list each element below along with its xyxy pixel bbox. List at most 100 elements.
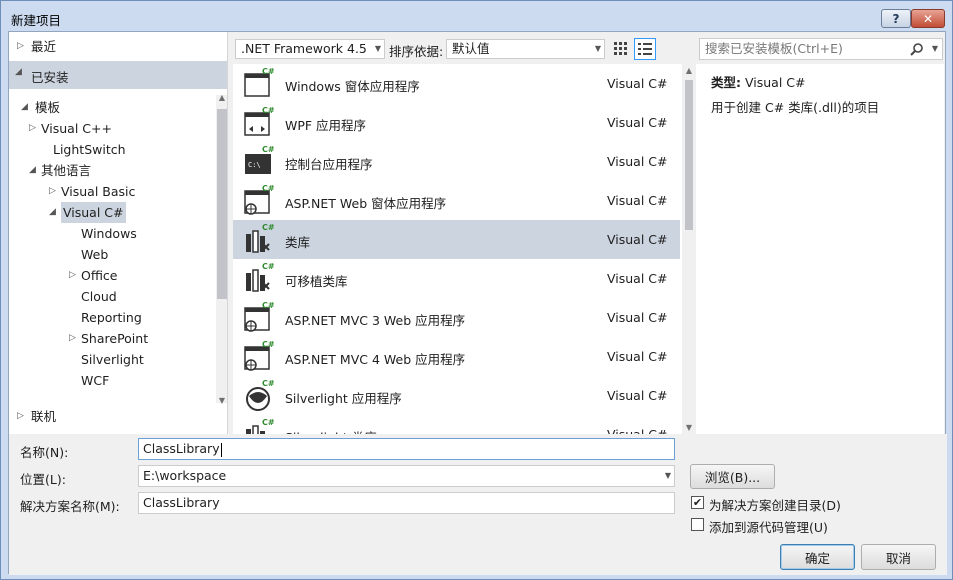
tree-item[interactable]: ◢ 其他语言 xyxy=(9,160,216,181)
expand-icon: ▷ xyxy=(49,186,56,196)
cancel-button[interactable]: 取消 xyxy=(861,544,936,570)
source-control-label: 添加到源代码管理(U) xyxy=(709,520,828,535)
template-tree: ▷ 最近 ◢ 已安装 ◢ 模板 ▷ Visual C++ LightSwitch ◢ 其… xyxy=(9,32,228,434)
template-details: 类型: Visual C# 用于创建 C# 类库(.dll)的项目 xyxy=(699,64,944,434)
tree-item-label: Windows xyxy=(81,226,137,241)
scroll-thumb[interactable] xyxy=(685,80,693,230)
name-input[interactable]: ClassLibrary xyxy=(138,438,675,460)
tree-item[interactable]: Silverlight xyxy=(9,349,216,370)
search-icon xyxy=(910,43,923,56)
mvc4-web-icon: C# xyxy=(243,339,275,373)
tree-item[interactable]: ▷ Office xyxy=(9,265,216,286)
svg-text:C#: C# xyxy=(262,106,275,115)
create-directory-checkbox[interactable]: ✔ xyxy=(691,496,704,509)
location-label: 位置(L): xyxy=(20,472,66,487)
scroll-down-icon[interactable]: ▼ xyxy=(216,396,227,405)
expand-icon: ▷ xyxy=(29,123,36,133)
template-item[interactable]: C:\ C# 控制台应用程序 Visual C# xyxy=(233,142,680,181)
sort-select[interactable]: 默认值 ▼ xyxy=(446,39,605,59)
small-icons-view-button[interactable] xyxy=(610,38,632,60)
tree-item-recent[interactable]: ▷ 最近 xyxy=(9,36,227,57)
svg-text:C#: C# xyxy=(262,223,275,232)
template-item[interactable]: C# Silverlight 类库 Visual C# xyxy=(233,415,680,434)
expand-icon: ▷ xyxy=(69,333,76,343)
help-button[interactable]: ? xyxy=(881,9,911,28)
template-name: Windows 窗体应用程序 xyxy=(285,79,420,94)
tree-scrollbar[interactable]: ▲ ▼ xyxy=(216,93,227,405)
tree-item-label: Silverlight xyxy=(81,352,144,367)
svg-text:C#: C# xyxy=(262,184,275,193)
source-control-checkbox[interactable] xyxy=(691,518,704,531)
template-language: Visual C# xyxy=(607,427,668,434)
tree-item[interactable]: Reporting xyxy=(9,307,216,328)
collapse-icon: ◢ xyxy=(49,207,56,217)
tree-item[interactable]: WCF xyxy=(9,370,216,391)
sort-label: 排序依据: xyxy=(389,44,444,59)
tree-item[interactable]: Cloud xyxy=(9,286,216,307)
browse-button[interactable]: 浏览(B)... xyxy=(690,464,775,489)
template-language: Visual C# xyxy=(607,232,668,247)
silverlight-library-icon: C# xyxy=(243,417,275,434)
windows-forms-icon: C# xyxy=(243,66,275,100)
template-item[interactable]: C# 可移植类库 Visual C# xyxy=(233,259,680,298)
template-name: ASP.NET Web 窗体应用程序 xyxy=(285,196,447,211)
collapse-icon: ◢ xyxy=(15,67,22,77)
expand-icon: ▷ xyxy=(17,41,24,51)
svg-text:C#: C# xyxy=(262,379,275,388)
template-item[interactable]: C# WPF 应用程序 Visual C# xyxy=(233,103,680,142)
web-forms-icon: C# xyxy=(243,183,275,217)
tree-item-label: Visual C++ xyxy=(41,121,112,136)
template-language: Visual C# xyxy=(607,388,668,403)
scroll-up-icon[interactable]: ▲ xyxy=(216,93,227,102)
template-item[interactable]: C# Windows 窗体应用程序 Visual C# xyxy=(233,64,680,103)
close-button[interactable]: ✕ xyxy=(911,9,945,28)
tree-item-label: 其他语言 xyxy=(41,163,92,178)
template-item[interactable]: C# ASP.NET Web 窗体应用程序 Visual C# xyxy=(233,181,680,220)
list-view-icon xyxy=(638,43,652,55)
expand-icon: ▷ xyxy=(17,411,24,421)
tree-item[interactable]: ▷ Visual C++ xyxy=(9,118,216,139)
chevron-down-icon: ▼ xyxy=(931,44,938,53)
template-list-scrollbar[interactable]: ▲ ▼ xyxy=(682,64,696,434)
template-name: 控制台应用程序 xyxy=(285,157,373,172)
template-language: Visual C# xyxy=(607,310,668,325)
template-language: Visual C# xyxy=(607,349,668,364)
chevron-down-icon: ▼ xyxy=(374,44,381,53)
portable-library-icon: C# xyxy=(243,261,275,295)
template-item[interactable]: C# ASP.NET MVC 3 Web 应用程序 Visual C# xyxy=(233,298,680,337)
scroll-down-icon[interactable]: ▼ xyxy=(682,423,696,432)
tree-item[interactable]: ▷ Visual Basic xyxy=(9,181,216,202)
chevron-down-icon[interactable]: ▼ xyxy=(665,466,671,486)
scroll-thumb[interactable] xyxy=(217,109,227,299)
solution-name-input[interactable]: ClassLibrary xyxy=(138,492,675,514)
tree-item-online[interactable]: ▷ 联机 xyxy=(9,406,227,427)
search-input[interactable]: 搜索已安装模板(Ctrl+E) ▼ xyxy=(699,38,943,60)
ok-button[interactable]: 确定 xyxy=(780,544,855,570)
svg-text:C#: C# xyxy=(262,301,275,310)
tree-item[interactable]: LightSwitch xyxy=(9,139,216,160)
tree-item-label: Visual Basic xyxy=(61,184,136,199)
tree-item-label: LightSwitch xyxy=(53,142,126,157)
tree-item[interactable]: Web xyxy=(9,244,216,265)
tree-item[interactable]: ◢ Visual C# xyxy=(9,202,216,223)
list-view-button[interactable] xyxy=(634,38,656,60)
template-language: Visual C# xyxy=(607,76,668,91)
tree-item-label: Office xyxy=(81,268,118,283)
template-language: Visual C# xyxy=(607,193,668,208)
tree-item[interactable]: Windows xyxy=(9,223,216,244)
template-item[interactable]: C# ASP.NET MVC 4 Web 应用程序 Visual C# xyxy=(233,337,680,376)
template-name: 类库 xyxy=(285,235,311,250)
framework-select[interactable]: .NET Framework 4.5 ▼ xyxy=(235,39,385,59)
template-item[interactable]: C# 类库 Visual C# xyxy=(233,220,680,259)
tree-item-label: Web xyxy=(81,247,109,262)
tree-item-templates[interactable]: ◢ 模板 xyxy=(9,97,227,118)
svg-text:C#: C# xyxy=(262,145,275,154)
collapse-icon: ◢ xyxy=(29,165,36,175)
location-input[interactable]: E:\workspace ▼ xyxy=(138,465,675,487)
tree-item[interactable]: ▷ SharePoint xyxy=(9,328,216,349)
template-item[interactable]: C# Silverlight 应用程序 Visual C# xyxy=(233,376,680,415)
tree-item-installed[interactable]: ◢ 已安装 xyxy=(9,61,227,89)
title-bar[interactable]: 新建项目 ? ✕ xyxy=(1,1,952,31)
project-form: 名称(N): ClassLibrary 位置(L): E:\workspace … xyxy=(9,434,947,575)
scroll-up-icon[interactable]: ▲ xyxy=(682,66,696,75)
